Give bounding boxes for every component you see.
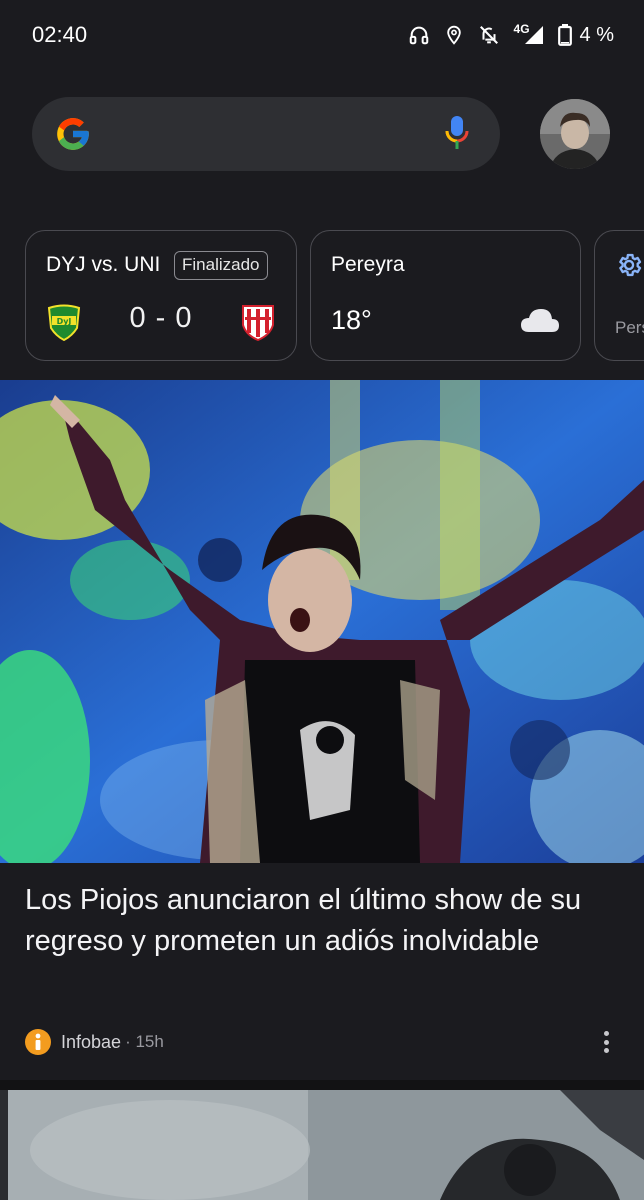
status-bar: 02:40 4G 4 % — [0, 0, 644, 72]
cloudy-icon — [521, 309, 559, 332]
match-status-badge: Finalizado — [174, 251, 268, 280]
google-logo-icon — [57, 118, 89, 150]
article-headline[interactable]: Los Piojos anunciaron el último show de … — [25, 880, 605, 962]
notifications-off-icon — [478, 24, 500, 46]
status-icons: 4G 4 % — [408, 20, 614, 50]
status-time: 02:40 — [32, 22, 88, 47]
article-source-row: Infobae · 15h — [25, 1027, 164, 1057]
customize-label: Pers — [615, 318, 644, 337]
search-bar[interactable] — [32, 97, 500, 171]
network-type-label: 4G — [513, 22, 530, 36]
headphones-icon — [408, 24, 430, 46]
home-feed-screen: 02:40 4G 4 % DYJ vs. UNI Finalizado DyJ … — [0, 0, 644, 1200]
battery-percent: 4 % — [579, 23, 614, 46]
match-title: DYJ vs. UNI — [46, 253, 161, 276]
sports-score-card[interactable]: DYJ vs. UNI Finalizado DyJ 0 - 0 — [25, 230, 297, 361]
next-article-image[interactable] — [0, 1090, 644, 1200]
article-time: · 15h — [125, 1032, 164, 1051]
signal-icon: 4G — [513, 22, 544, 45]
away-team-crest-icon — [242, 305, 274, 341]
microphone-icon[interactable] — [444, 115, 470, 153]
customize-card[interactable]: Pers — [594, 230, 644, 361]
more-options-icon[interactable] — [594, 1026, 618, 1058]
article-hero-image[interactable] — [0, 380, 644, 863]
infobae-logo-icon — [25, 1029, 51, 1055]
location-icon — [444, 24, 464, 46]
article-source-name: Infobae — [61, 1031, 122, 1052]
gear-icon — [619, 253, 642, 277]
feed-divider — [0, 1080, 644, 1090]
weather-card[interactable]: Pereyra 18° — [310, 230, 581, 361]
battery-icon — [557, 24, 572, 46]
profile-avatar[interactable] — [540, 99, 610, 169]
weather-location: Pereyra — [331, 253, 405, 276]
weather-temperature: 18° — [331, 305, 372, 335]
